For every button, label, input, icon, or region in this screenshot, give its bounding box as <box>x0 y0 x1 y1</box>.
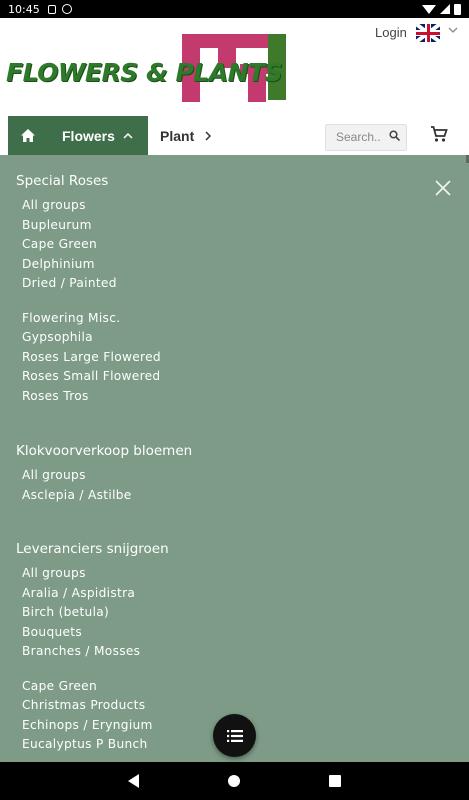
logo-text: FLOWERS & PLANTS <box>6 58 283 87</box>
home-button[interactable] <box>8 116 48 155</box>
main-navbar: Flowers Plant Search.. <box>0 116 469 155</box>
site-logo[interactable]: FLOWERS & PLANTS <box>6 32 290 104</box>
menu-item[interactable]: Gypsophila <box>22 328 161 348</box>
menu-item[interactable]: Cape Green <box>22 235 161 255</box>
tab-plant-label: Plant <box>160 127 195 144</box>
site-header: FLOWERS & PLANTS Login <box>0 18 469 116</box>
menu-item[interactable]: Roses Small Flowered <box>22 367 161 387</box>
close-icon[interactable] <box>434 179 452 197</box>
list-icon <box>226 729 243 742</box>
status-bar: 10:45 <box>0 0 469 18</box>
chevron-up-icon <box>123 132 133 139</box>
chevron-down-icon[interactable] <box>448 25 458 35</box>
menu-item[interactable]: Aralia / Aspidistra <box>22 584 169 604</box>
menu-item[interactable]: Birch (betula) <box>22 603 169 623</box>
flowers-menu-overlay: Special Roses All groups Bupleurum Cape … <box>0 155 469 762</box>
chevron-right-icon <box>205 130 212 141</box>
menu-item[interactable]: Branches / Mosses <box>22 642 169 662</box>
signal-icon <box>440 4 450 14</box>
menu-item[interactable]: Bouquets <box>22 623 169 643</box>
menu-item[interactable]: All groups <box>22 196 161 216</box>
menu-item[interactable]: Bupleurum <box>22 216 161 236</box>
menu-item[interactable]: Echinops / Eryngium <box>22 716 169 736</box>
login-link[interactable]: Login <box>375 25 407 40</box>
menu-item[interactable]: Eucalyptus P Bunch <box>22 735 169 755</box>
page: FLOWERS & PLANTS Login Flowers Plant Sea… <box>0 18 469 762</box>
status-time: 10:45 <box>8 2 40 16</box>
menu-item[interactable]: Roses Tros <box>22 387 161 407</box>
list-menu-button[interactable] <box>213 714 256 757</box>
sd-card-icon <box>47 4 56 14</box>
menu-item[interactable]: Cape Green <box>22 677 169 697</box>
cart-icon[interactable] <box>430 126 448 143</box>
uk-flag-icon[interactable] <box>416 24 440 42</box>
menu-item[interactable]: Asclepia / Astilbe <box>22 486 192 506</box>
tab-flowers-label: Flowers <box>62 127 115 144</box>
sync-icon <box>61 4 72 14</box>
menu-item[interactable]: All groups <box>22 564 169 584</box>
system-nav-bar <box>0 762 469 800</box>
recent-apps-icon[interactable] <box>329 775 341 787</box>
menu-group-klokvoorverkoop: Klokvoorverkoop bloemen All groups Ascle… <box>16 443 192 505</box>
menu-group-leveranciers-snijgroen: Leveranciers snijgroen All groups Aralia… <box>16 541 169 755</box>
menu-item[interactable]: Roses Large Flowered <box>22 348 161 368</box>
menu-item[interactable]: All groups <box>22 466 192 486</box>
menu-item[interactable]: Dried / Painted <box>22 274 161 294</box>
menu-item[interactable]: Flowering Misc. <box>22 309 161 329</box>
tab-flowers[interactable]: Flowers <box>48 116 148 155</box>
menu-group-special-roses: Special Roses All groups Bupleurum Cape … <box>16 173 161 406</box>
home-icon <box>21 129 35 142</box>
home-circle-icon[interactable] <box>228 775 240 787</box>
wifi-icon <box>422 4 436 14</box>
menu-group-title: Special Roses <box>16 173 109 189</box>
search-icon[interactable] <box>389 130 400 141</box>
menu-item[interactable]: Delphinium <box>22 255 161 275</box>
tab-plant[interactable]: Plant <box>160 116 212 155</box>
menu-group-title: Klokvoorverkoop bloemen <box>16 443 193 459</box>
back-icon[interactable] <box>128 774 139 788</box>
menu-group-title: Leveranciers snijgroen <box>16 541 169 557</box>
battery-icon <box>454 3 461 15</box>
menu-item[interactable]: Christmas Products <box>22 696 169 716</box>
